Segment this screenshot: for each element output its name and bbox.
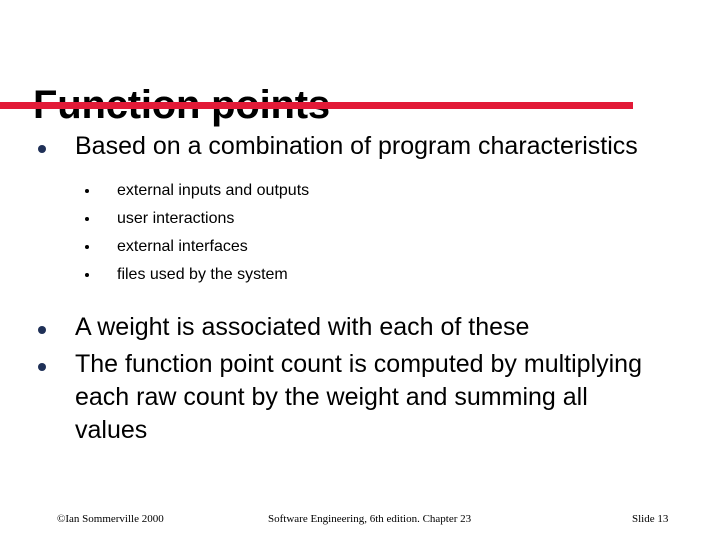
sub-bullet-dot-icon	[85, 217, 89, 221]
bullet-text: A weight is associated with each of thes…	[75, 313, 530, 341]
slide: Function points Based on a combination o…	[0, 0, 720, 540]
footer-book-reference: Software Engineering, 6th edition. Chapt…	[268, 513, 472, 525]
sub-bullet-text: external interfaces	[117, 238, 248, 255]
sub-bullet-list: external inputs and outputs user interac…	[0, 177, 720, 289]
title-divider-rule	[0, 102, 633, 109]
bullet-text: Based on a combination of program charac…	[75, 132, 638, 160]
sub-bullet-dot-icon	[85, 189, 89, 193]
bullet-item: The function point count is computed by …	[0, 348, 720, 447]
bullet-dot-icon	[38, 145, 46, 153]
sub-bullet-text: files used by the system	[117, 266, 288, 283]
sub-bullet-text: external inputs and outputs	[117, 182, 310, 199]
sub-bullet-item: external inputs and outputs	[0, 177, 720, 205]
bullet-item: Based on a combination of program charac…	[0, 130, 720, 163]
sub-bullet-item: external interfaces	[0, 233, 720, 261]
sub-bullet-dot-icon	[85, 245, 89, 249]
bullet-dot-icon	[38, 363, 46, 371]
slide-body: Based on a combination of program charac…	[0, 130, 720, 447]
bullet-text: The function point count is computed by …	[75, 350, 642, 444]
sub-bullet-dot-icon	[85, 273, 89, 277]
bullet-dot-icon	[38, 326, 46, 334]
footer-slide-number: Slide 13	[632, 513, 669, 525]
sub-bullet-item: user interactions	[0, 205, 720, 233]
bullet-item: A weight is associated with each of thes…	[0, 311, 720, 344]
footer-copyright: ©Ian Sommerville 2000	[57, 513, 164, 525]
sub-bullet-text: user interactions	[117, 210, 235, 227]
sub-bullet-item: files used by the system	[0, 261, 720, 289]
slide-footer: ©Ian Sommerville 2000 Software Engineeri…	[0, 513, 720, 533]
